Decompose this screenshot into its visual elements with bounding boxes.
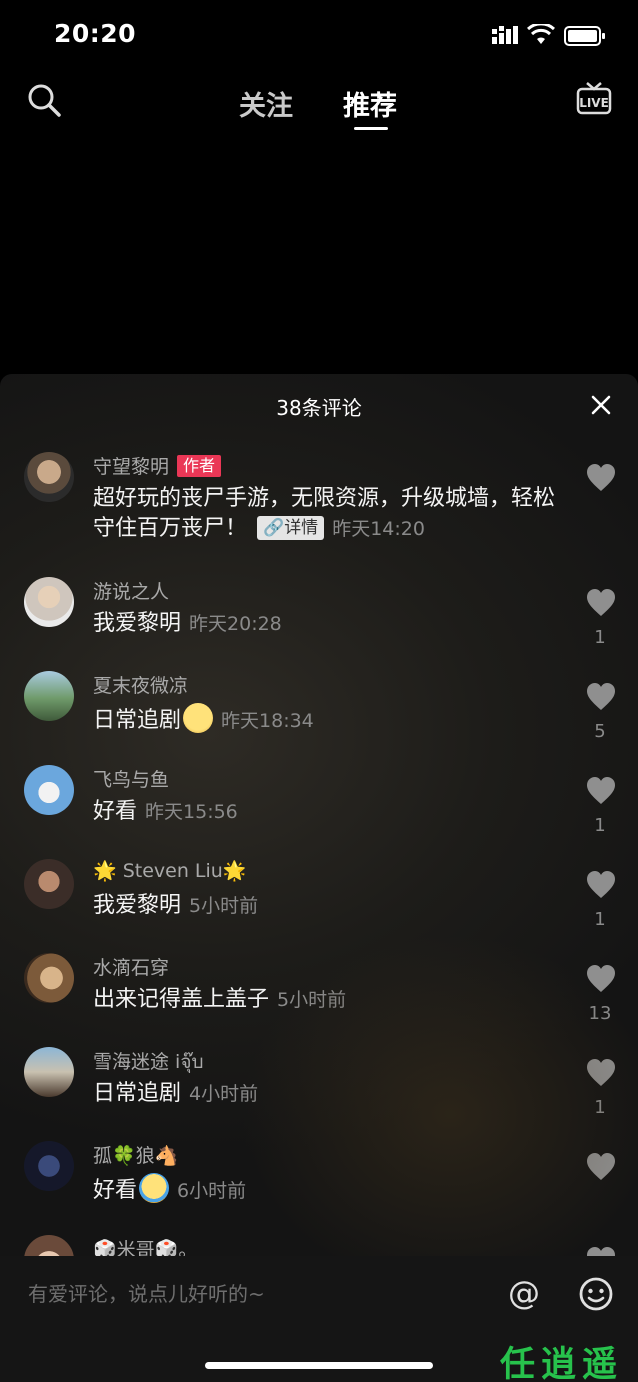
comment-text: 我爱黎明 5小时前 <box>93 893 259 918</box>
avatar[interactable] <box>24 671 74 721</box>
comment-time: 昨天14:20 <box>332 518 425 540</box>
like-heart-icon[interactable] <box>586 965 616 993</box>
comment-time: 昨天15:56 <box>145 801 238 823</box>
top-nav: 关注 推荐 LIVE <box>0 72 638 136</box>
svg-text:LIVE: LIVE <box>579 96 609 110</box>
comment-username[interactable]: 游说之人 <box>93 577 169 604</box>
home-indicator[interactable] <box>205 1362 433 1369</box>
status-time: 20:20 <box>54 19 137 48</box>
comment-username[interactable]: 雪海迷途 iจุ๊บ <box>93 1047 204 1077</box>
emoji-icon[interactable] <box>578 1276 614 1312</box>
comment-username[interactable]: 🌟 Steven Liu🌟 <box>93 859 246 882</box>
comment-username[interactable]: 飞鸟与鱼 <box>93 765 169 792</box>
comment-text: 日常追剧 昨天18:34 <box>93 703 563 736</box>
comment-text: 超好玩的丧尸手游，无限资源，升级城墙，轻松守住百万丧尸！ 🔗详情 昨天14:20 <box>93 486 556 541</box>
like-heart-icon[interactable] <box>586 1153 616 1181</box>
like-count: 1 <box>594 909 606 930</box>
avatar[interactable] <box>24 859 74 909</box>
like-heart-icon[interactable] <box>586 589 616 617</box>
signal-icon <box>492 26 518 44</box>
comment-username[interactable]: 守望黎明 作者 <box>93 452 222 479</box>
comment-time: 昨天18:34 <box>221 710 314 732</box>
tab-recommend[interactable]: 推荐 <box>343 84 397 123</box>
comment-time: 昨天20:28 <box>189 613 282 635</box>
status-bar: 20:20 <box>0 0 638 70</box>
tab-indicator <box>354 127 388 130</box>
live-icon[interactable]: LIVE <box>576 80 612 116</box>
like-heart-icon[interactable] <box>586 777 616 805</box>
battery-icon <box>564 26 605 46</box>
comment-text: 好看 6小时前 <box>93 1173 563 1206</box>
like-heart-icon[interactable] <box>586 464 616 492</box>
like-heart-icon[interactable] <box>586 1059 616 1087</box>
comment-sheet: 38条评论 守望黎明 作者 超好玩的丧尸手游，无限资源，升级城墙，轻松守住百万丧尸… <box>0 374 638 1256</box>
watermark: 任逍遥 <box>500 1344 624 1382</box>
comment-time: 6小时前 <box>177 1180 247 1202</box>
comment-item: 🎲米哥🎲。 <box>0 1235 638 1256</box>
avatar[interactable] <box>24 1141 74 1191</box>
comment-username[interactable]: 孤🍀狼🐴 <box>93 1141 178 1168</box>
like-count: 1 <box>594 1097 606 1118</box>
like-count: 5 <box>594 721 606 742</box>
comment-text: 出来记得盖上盖子 5小时前 <box>93 987 347 1012</box>
comment-item: 孤🍀狼🐴 好看 6小时前 <box>0 1141 638 1221</box>
detail-link[interactable]: 🔗详情 <box>257 516 325 540</box>
author-badge: 作者 <box>177 455 222 477</box>
comment-item: 🌟 Steven Liu🌟 我爱黎明 5小时前 1 <box>0 859 638 939</box>
comment-text: 我爱黎明 昨天20:28 <box>93 611 282 636</box>
crying-laugh-emoji-icon <box>139 1173 170 1203</box>
comment-username[interactable]: 水滴石穿 <box>93 953 169 980</box>
comment-item: 守望黎明 作者 超好玩的丧尸手游，无限资源，升级城墙，轻松守住百万丧尸！ 🔗详情 昨天… <box>0 452 638 552</box>
avatar[interactable] <box>24 452 74 502</box>
close-icon[interactable] <box>588 392 614 418</box>
avatar[interactable] <box>24 765 74 815</box>
comment-item: 雪海迷途 iจุ๊บ 日常追剧 4小时前 1 <box>0 1047 638 1127</box>
comment-time: 5小时前 <box>277 989 347 1011</box>
comment-time: 4小时前 <box>189 1083 259 1105</box>
like-count: 1 <box>594 815 606 836</box>
smile-emoji-icon <box>183 703 214 733</box>
avatar[interactable] <box>24 577 74 627</box>
search-icon[interactable] <box>26 82 62 118</box>
avatar[interactable] <box>24 1047 74 1097</box>
like-heart-icon[interactable] <box>586 1247 616 1256</box>
like-count: 13 <box>588 1003 612 1024</box>
comment-input[interactable]: 有爱评论，说点儿好听的~ <box>28 1278 265 1307</box>
comment-time: 5小时前 <box>189 895 259 917</box>
avatar[interactable] <box>24 953 74 1003</box>
avatar[interactable] <box>24 1235 74 1256</box>
comment-text: 好看 昨天15:56 <box>93 799 238 824</box>
comment-item: 夏末夜微凉 日常追剧 昨天18:34 5 <box>0 671 638 751</box>
wifi-icon <box>527 24 555 44</box>
tab-follow[interactable]: 关注 <box>239 84 293 123</box>
comment-text: 日常追剧 4小时前 <box>93 1081 259 1106</box>
comment-count-title: 38条评论 <box>276 396 362 420</box>
at-mention-icon[interactable]: @ <box>508 1274 540 1312</box>
link-icon: 🔗 <box>263 518 285 538</box>
comment-item: 飞鸟与鱼 好看 昨天15:56 1 <box>0 765 638 845</box>
comment-item: 水滴石穿 出来记得盖上盖子 5小时前 13 <box>0 953 638 1033</box>
like-heart-icon[interactable] <box>586 871 616 899</box>
like-count: 1 <box>594 627 606 648</box>
comment-item: 游说之人 我爱黎明 昨天20:28 1 <box>0 577 638 657</box>
comment-username[interactable]: 🎲米哥🎲。 <box>93 1235 197 1256</box>
like-heart-icon[interactable] <box>586 683 616 711</box>
comment-username[interactable]: 夏末夜微凉 <box>93 671 188 698</box>
